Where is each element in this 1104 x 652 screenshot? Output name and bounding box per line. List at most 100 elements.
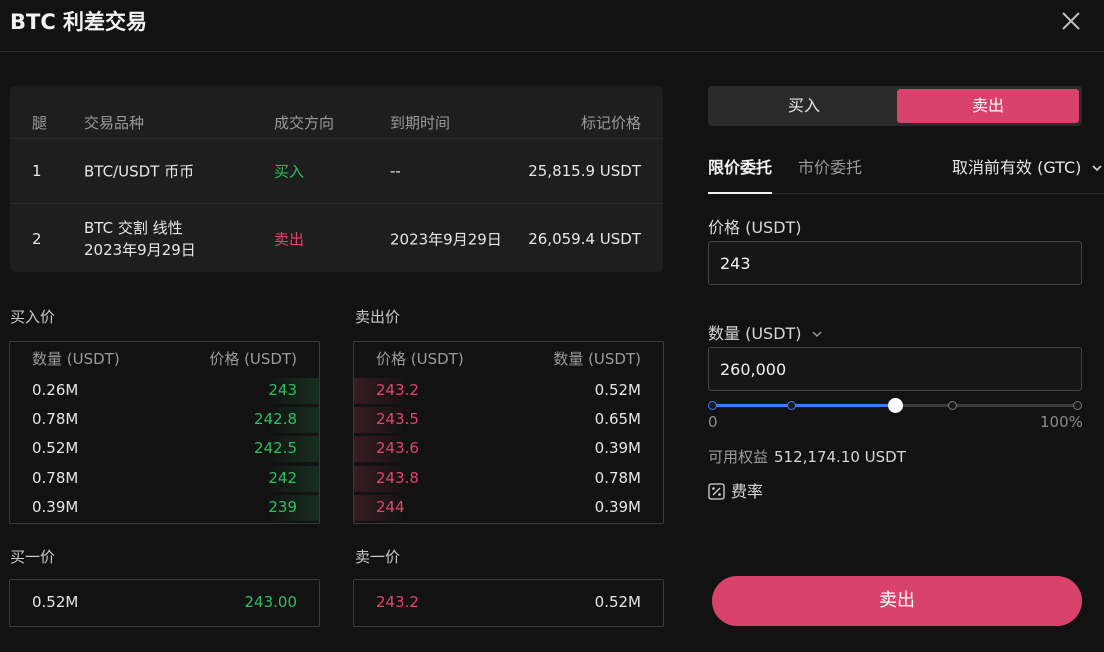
price-input[interactable]: [708, 241, 1082, 285]
bid-row[interactable]: 0.78M 242.8: [10, 405, 319, 434]
ask-qty: 0.52M: [594, 381, 641, 399]
slider-thumb[interactable]: [887, 398, 903, 413]
legs-table-header: 腿 交易品种 成交方向 到期时间 标记价格: [10, 108, 663, 136]
tab-market-order[interactable]: 市价委托: [798, 154, 862, 178]
leg-mark-price: 26,059.4 USDT: [528, 229, 641, 248]
ask-price: 243.5: [376, 410, 419, 428]
col-direction: 成交方向: [274, 114, 335, 132]
best-bid-price: 243.00: [244, 593, 298, 611]
buy-side-button[interactable]: 买入: [711, 89, 897, 123]
slider-fill: [712, 404, 895, 407]
best-ask-box[interactable]: 243.2 0.52M: [353, 579, 664, 627]
best-bid-label: 买一价: [10, 548, 56, 566]
slider-step-25[interactable]: [787, 401, 796, 410]
tab-limit-order[interactable]: 限价委托: [708, 154, 773, 194]
available-equity: 可用权益 512,174.10 USDT: [708, 446, 906, 467]
ask-qty: 0.65M: [594, 410, 641, 428]
asks-label: 卖出价: [355, 308, 401, 326]
bid-price: 243: [268, 381, 297, 399]
leg-instrument-line1: BTC 交割 线性: [84, 218, 183, 237]
available-equity-label: 可用权益: [708, 448, 769, 466]
ask-row[interactable]: 243.8 0.78M: [354, 464, 663, 493]
slider-step-100[interactable]: [1073, 401, 1082, 410]
dialog-title: BTC 利差交易: [10, 10, 148, 34]
quantity-input[interactable]: [708, 347, 1082, 391]
best-ask-price: 243.2: [376, 593, 419, 611]
fee-rate-label: 费率: [731, 482, 764, 501]
table-row: 2 BTC 交割 线性 2023年9月29日 卖出 2023年9月29日 26,…: [10, 203, 663, 273]
best-bid-box[interactable]: 0.52M 243.00: [9, 579, 320, 627]
ask-row[interactable]: 243.6 0.39M: [354, 434, 663, 463]
sell-submit-button[interactable]: 卖出: [712, 576, 1082, 626]
bid-price: 239: [268, 498, 297, 516]
order-type-tabs: 限价委托 市价委托 取消前有效 (GTC): [708, 150, 1104, 194]
leg-expiry: 2023年9月29日: [390, 230, 502, 248]
ask-qty: 0.39M: [594, 439, 641, 457]
best-bid-qty: 0.52M: [32, 593, 79, 611]
price-label: 价格 (USDT): [708, 218, 802, 237]
leg-number: 2: [32, 229, 42, 248]
slider-step-75[interactable]: [948, 401, 957, 410]
best-ask-label: 卖一价: [355, 548, 401, 566]
leg-expiry: --: [390, 161, 401, 180]
best-ask-qty: 0.52M: [594, 593, 641, 611]
table-row: 1 BTC/USDT 币币 买入 -- 25,815.9 USDT: [10, 138, 663, 202]
chevron-down-icon: [1091, 165, 1102, 172]
ask-row[interactable]: 243.5 0.65M: [354, 405, 663, 434]
bid-row[interactable]: 0.52M 242.5: [10, 434, 319, 463]
leg-number: 1: [32, 161, 42, 180]
bids-header: 数量 (USDT) 价格 (USDT): [10, 348, 319, 372]
bid-row[interactable]: 0.78M 242: [10, 464, 319, 493]
bid-row[interactable]: 0.26M 243: [10, 376, 319, 405]
time-in-force-value: 取消前有效 (GTC): [952, 158, 1082, 177]
col-instrument: 交易品种: [84, 114, 145, 132]
leg-mark-price: 25,815.9 USDT: [528, 161, 641, 180]
leg-direction: 买入: [274, 162, 305, 180]
bid-row[interactable]: 0.39M 239: [10, 493, 319, 522]
time-in-force-dropdown[interactable]: 取消前有效 (GTC): [952, 154, 1103, 178]
asks-header: 价格 (USDT) 数量 (USDT): [354, 348, 663, 372]
bids-col-price: 价格 (USDT): [209, 350, 297, 368]
close-icon[interactable]: [1058, 8, 1084, 34]
slider-min-label: 0: [708, 413, 718, 431]
ask-qty: 0.78M: [594, 469, 641, 487]
quantity-slider[interactable]: [708, 396, 1082, 416]
quantity-label-text: 数量 (USDT): [708, 324, 802, 343]
col-mark-price: 标记价格: [580, 114, 641, 132]
percent-icon: [708, 483, 725, 500]
leg-instrument: BTC 交割 线性 2023年9月29日: [84, 217, 196, 261]
bid-qty: 0.78M: [32, 410, 79, 428]
ask-qty: 0.39M: [594, 498, 641, 516]
asks-book: 价格 (USDT) 数量 (USDT) 243.2 0.52M 243.5 0.…: [353, 341, 664, 524]
bid-qty: 0.78M: [32, 469, 79, 487]
bids-col-qty: 数量 (USDT): [32, 350, 120, 368]
bid-qty: 0.26M: [32, 381, 79, 399]
bids-label: 买入价: [10, 308, 56, 326]
bids-book: 数量 (USDT) 价格 (USDT) 0.26M 243 0.78M 242.…: [9, 341, 320, 524]
bid-qty: 0.52M: [32, 439, 79, 457]
fee-rate-link[interactable]: 费率: [708, 478, 763, 502]
ask-price: 244: [376, 498, 405, 516]
available-equity-value: 512,174.10 USDT: [774, 448, 906, 466]
dialog-header: BTC 利差交易: [0, 0, 1104, 52]
bid-price: 242.8: [254, 410, 297, 428]
ask-price: 243.2: [376, 381, 419, 399]
ask-price: 243.8: [376, 469, 419, 487]
slider-step-0[interactable]: [708, 401, 717, 410]
side-toggle: 买入 卖出: [708, 86, 1082, 126]
ask-price: 243.6: [376, 439, 419, 457]
col-leg: 腿: [32, 114, 48, 132]
chevron-down-icon: [812, 331, 822, 337]
bid-qty: 0.39M: [32, 498, 79, 516]
sell-side-button[interactable]: 卖出: [897, 89, 1079, 123]
leg-instrument: BTC/USDT 币币: [84, 162, 195, 180]
leg-instrument-line2: 2023年9月29日: [84, 240, 196, 259]
ask-row[interactable]: 244 0.39M: [354, 493, 663, 522]
leg-direction: 卖出: [274, 230, 305, 248]
slider-max-label: 100%: [1040, 413, 1083, 431]
asks-col-qty: 数量 (USDT): [553, 350, 641, 368]
bid-price: 242: [268, 469, 297, 487]
quantity-label[interactable]: 数量 (USDT): [708, 320, 823, 344]
ask-row[interactable]: 243.2 0.52M: [354, 376, 663, 405]
col-expiry: 到期时间: [390, 114, 451, 132]
